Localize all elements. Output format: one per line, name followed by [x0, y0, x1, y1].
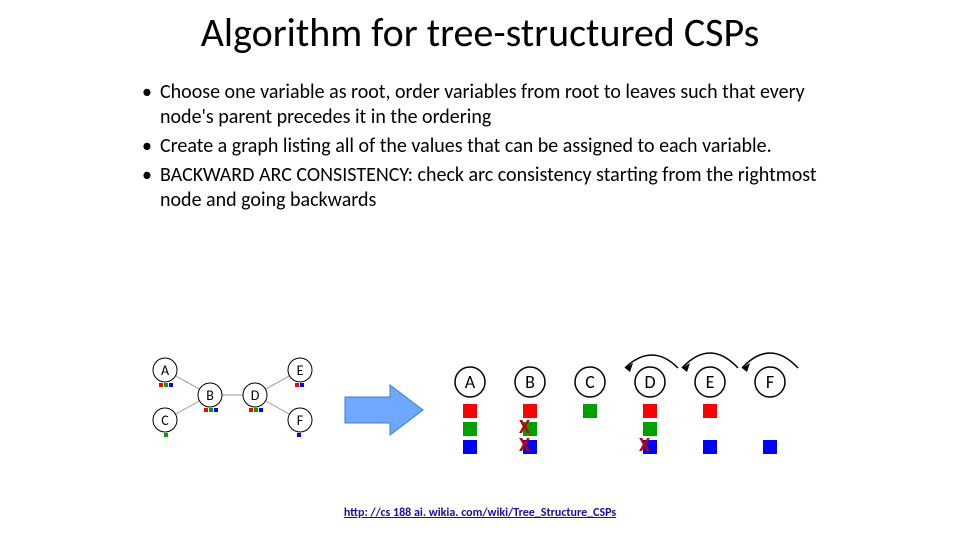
chain-node-e: E [706, 371, 715, 393]
node-e: E [297, 362, 304, 379]
bullet-item: Choose one variable as root, order varia… [160, 80, 840, 130]
chain-node-c: C [585, 371, 595, 393]
node-a: A [161, 362, 170, 379]
page-title: Algorithm for tree-structured CSPs [0, 8, 960, 57]
node-c: C [161, 412, 169, 429]
chain-node-f: F [766, 371, 774, 393]
diagram: A B C D E F [140, 350, 840, 480]
bullet-item: BACKWARD ARC CONSISTENCY: check arc cons… [160, 163, 840, 213]
chain-node-a: A [465, 371, 476, 393]
cross-mark: X [519, 420, 530, 434]
cross-mark: X [519, 438, 530, 452]
cross-mark: X [639, 438, 650, 452]
source-link[interactable]: http: //cs 188 ai. wikia. com/wiki/Tree_… [0, 506, 960, 520]
node-b: B [206, 387, 214, 404]
chain-node-b: B [525, 371, 535, 393]
bullet-list: Choose one variable as root, order varia… [140, 80, 840, 217]
arrow-icon [345, 385, 423, 435]
node-f: F [297, 412, 304, 429]
bullet-item: Create a graph listing all of the values… [160, 134, 840, 159]
node-d: D [251, 387, 260, 404]
chain-node-d: D [644, 371, 655, 393]
